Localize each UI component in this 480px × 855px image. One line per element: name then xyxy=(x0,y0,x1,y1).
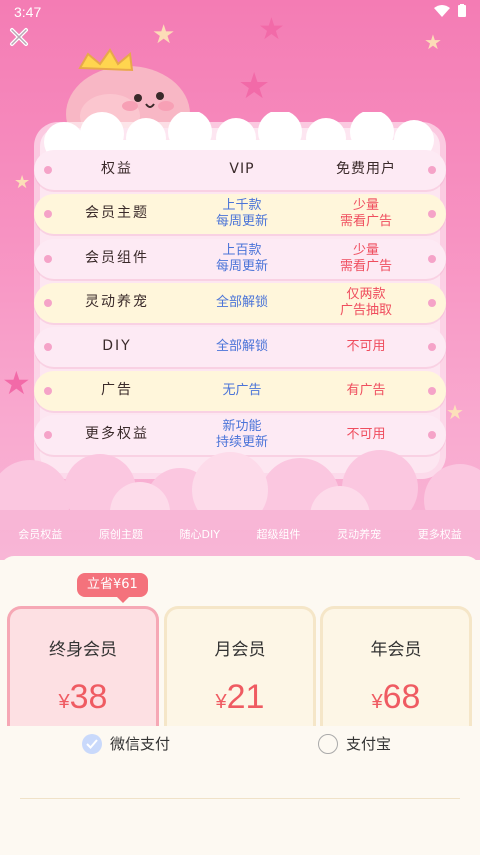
star-decoration: ★ xyxy=(424,30,442,54)
free-value-2: 需看广告 xyxy=(339,259,392,274)
tab-super-widgets[interactable]: 超级组件 xyxy=(257,526,301,546)
tab-pets[interactable]: 灵动养宠 xyxy=(337,526,381,546)
plan-name: 年会员 xyxy=(370,640,422,660)
star-decoration: ★ xyxy=(446,400,464,424)
plan-price: ¥68 xyxy=(371,678,421,716)
plan-lifetime[interactable]: 终身会员 ¥38 xyxy=(7,606,159,726)
plan-name: 终身会员 xyxy=(49,640,117,660)
benefit-row-widgets: 会员组件 上百款 每周更新 少量 需看广告 xyxy=(34,239,446,279)
close-icon[interactable] xyxy=(6,24,32,50)
plan-yearly[interactable]: 年会员 ¥68 xyxy=(320,606,472,726)
free-value: 少量 xyxy=(352,198,379,213)
tab-original-themes[interactable]: 原创主题 xyxy=(99,526,143,546)
free-value-2: 需看广告 xyxy=(339,214,392,229)
free-value: 仅两款 xyxy=(346,287,386,302)
wifi-icon xyxy=(434,4,450,17)
battery-icon xyxy=(458,4,466,17)
benefit-row-themes: 会员主题 上千款 每周更新 少量 需看广告 xyxy=(34,194,446,234)
star-decoration: ★ xyxy=(238,66,271,107)
benefit-row-ads: 广告 无广告 有广告 xyxy=(34,371,446,411)
vip-value: 全部解锁 xyxy=(215,339,268,354)
star-decoration: ★ xyxy=(14,172,31,193)
free-value: 有广告 xyxy=(346,383,386,398)
divider xyxy=(20,798,460,799)
radio-unchecked-icon[interactable] xyxy=(318,733,338,754)
plan-price: ¥38 xyxy=(58,678,108,716)
plan-name: 月会员 xyxy=(214,640,266,660)
vip-value-2: 每周更新 xyxy=(215,214,268,229)
tab-diy[interactable]: 随心DIY xyxy=(179,526,219,546)
header-benefit: 权益 xyxy=(101,161,133,177)
plan-monthly[interactable]: 月会员 ¥21 xyxy=(164,606,316,726)
free-value-2: 广告抽取 xyxy=(339,303,392,318)
vip-value: 上百款 xyxy=(222,243,262,258)
feature-tabs: 会员权益 原创主题 随心DIY 超级组件 灵动养宠 更多权益 xyxy=(0,526,480,546)
benefit-name: DIY xyxy=(102,338,132,354)
star-decoration: ★ xyxy=(2,364,31,402)
free-value: 不可用 xyxy=(346,339,386,354)
vip-value: 上千款 xyxy=(222,198,262,213)
header-free-user: 免费用户 xyxy=(336,161,396,177)
vip-value: 新功能 xyxy=(222,419,262,434)
status-bar: 3:47 xyxy=(0,0,480,26)
benefit-name: 广告 xyxy=(101,382,133,398)
tab-more-benefits[interactable]: 更多权益 xyxy=(418,526,462,546)
pay-option-alipay[interactable]: 支付宝 xyxy=(318,733,391,754)
benefit-row-diy: DIY 全部解锁 不可用 xyxy=(34,327,446,367)
radio-checked-icon[interactable] xyxy=(82,733,102,754)
pay-label: 支付宝 xyxy=(346,735,392,753)
benefit-name: 会员主题 xyxy=(85,205,149,221)
free-value: 少量 xyxy=(352,243,379,258)
cloud-decoration xyxy=(0,450,480,530)
header-vip: VIP xyxy=(229,161,255,177)
vip-value-2: 每周更新 xyxy=(215,259,268,274)
benefits-header-row: 权益 VIP 免费用户 xyxy=(34,150,446,190)
benefit-name: 灵动养宠 xyxy=(85,294,149,310)
pay-option-wechat[interactable]: 微信支付 xyxy=(82,733,170,754)
cloud-decoration xyxy=(44,112,434,152)
plan-price: ¥21 xyxy=(215,678,265,716)
vip-value: 无广告 xyxy=(222,383,262,398)
benefit-name: 会员组件 xyxy=(85,250,149,266)
vip-value: 全部解锁 xyxy=(215,295,268,310)
tab-member-benefits[interactable]: 会员权益 xyxy=(18,526,62,546)
benefit-row-pets: 灵动养宠 全部解锁 仅两款 广告抽取 xyxy=(34,283,446,323)
status-time: 3:47 xyxy=(14,4,42,20)
pay-label: 微信支付 xyxy=(110,735,171,753)
savings-badge: 立省¥61 xyxy=(77,573,148,603)
